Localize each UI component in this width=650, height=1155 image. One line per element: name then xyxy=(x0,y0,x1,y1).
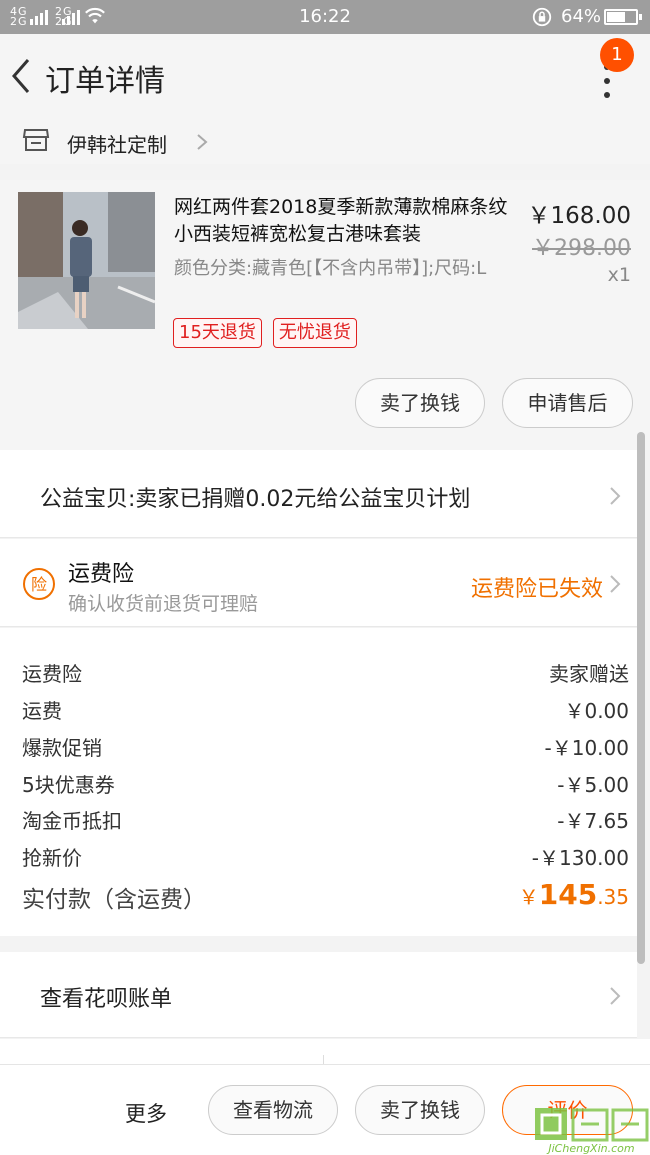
fee-row: 运费险 卖家赠送 xyxy=(22,658,629,688)
product-image[interactable] xyxy=(18,192,155,329)
fee-row: 运费 ￥0.00 xyxy=(22,695,629,725)
product-quantity: x1 xyxy=(607,264,631,286)
shop-name: 伊韩社定制 xyxy=(67,133,167,157)
notification-badge: 1 xyxy=(600,38,634,72)
chevron-right-icon xyxy=(197,134,208,150)
total-label: 实付款（含运费） xyxy=(22,887,206,913)
view-logistics-button[interactable]: 查看物流 xyxy=(208,1085,338,1135)
next-section-edge xyxy=(0,1039,650,1067)
fee-value: -￥5.00 xyxy=(557,773,629,797)
sell-for-cash-button[interactable]: 卖了换钱 xyxy=(355,378,485,428)
fee-row: 爆款促销 -￥10.00 xyxy=(22,732,629,762)
rotation-lock-icon xyxy=(532,7,552,27)
product-original-price: ￥298.00 xyxy=(532,236,631,261)
total-paid-row: 实付款（含运费） ￥145.35 xyxy=(22,878,629,918)
scrollbar[interactable] xyxy=(637,432,645,964)
status-bar: 4G 2G 2G 2G 16:22 64% xyxy=(0,0,650,34)
shop-row[interactable]: 伊韩社定制 xyxy=(0,120,650,164)
insurance-name: 运费险 xyxy=(68,562,135,587)
more-button[interactable]: 更多 xyxy=(125,1098,167,1128)
sell-for-cash-button[interactable]: 卖了换钱 xyxy=(355,1085,485,1135)
insurance-description: 确认收货前退货可理赔 xyxy=(68,593,259,615)
fee-label: 抢新价 xyxy=(22,846,82,870)
site-watermark: JiChengXin.com xyxy=(533,1104,650,1155)
tag-15-day-return: 15天退货 xyxy=(173,318,262,348)
view-huabei-bill-row[interactable]: 查看花呗账单 xyxy=(0,952,637,1038)
fee-value: 卖家赠送 xyxy=(549,662,629,686)
chevron-right-icon xyxy=(610,487,621,505)
product-sku: 颜色分类:藏青色[【不含内吊带】];尺码:L xyxy=(174,258,487,279)
store-icon xyxy=(22,129,50,151)
service-tags: 15天退货 无忧退货 xyxy=(173,318,357,348)
watermark-url: JiChengXin.com xyxy=(548,1142,635,1155)
fee-label: 运费险 xyxy=(22,662,82,686)
shipping-insurance-row[interactable]: 险 运费险 确认收货前退货可理赔 运费险已失效 xyxy=(0,539,637,627)
fee-row: 淘金币抵扣 -￥7.65 xyxy=(22,805,629,835)
page-title: 订单详情 xyxy=(45,64,165,99)
back-arrow-icon[interactable] xyxy=(8,56,36,96)
tag-worry-free-return: 无忧退货 xyxy=(272,318,357,348)
fee-breakdown: 运费险 卖家赠送 运费 ￥0.00 爆款促销 -￥10.00 5块优惠券 -￥5.00 … xyxy=(0,628,637,936)
bill-text: 查看花呗账单 xyxy=(40,987,173,1012)
battery-icon xyxy=(604,9,642,25)
charity-text: 公益宝贝:卖家已捐赠0.02元给公益宝贝计划 xyxy=(40,487,471,512)
fee-value: -￥10.00 xyxy=(544,736,629,760)
after-sale-button[interactable]: 申请售后 xyxy=(502,378,633,428)
insurance-icon-char: 险 xyxy=(31,575,47,594)
chevron-right-icon xyxy=(610,987,621,1005)
fee-label: 淘金币抵扣 xyxy=(22,809,122,833)
fee-label: 运费 xyxy=(22,699,62,723)
charity-row[interactable]: 公益宝贝:卖家已捐赠0.02元给公益宝贝计划 xyxy=(0,450,637,538)
chevron-right-icon xyxy=(610,575,621,593)
battery-percent: 64% xyxy=(561,6,602,27)
watermark-logo xyxy=(535,1108,649,1142)
fee-value: -￥7.65 xyxy=(557,809,629,833)
fee-label: 5块优惠券 xyxy=(22,773,115,797)
total-amount: ￥145.35 xyxy=(518,878,629,911)
fee-row: 5块优惠券 -￥5.00 xyxy=(22,769,629,799)
insurance-icon: 险 xyxy=(23,568,55,600)
fee-value: -￥130.00 xyxy=(531,846,629,870)
fee-row: 抢新价 -￥130.00 xyxy=(22,842,629,872)
product-price: ￥168.00 xyxy=(527,203,631,229)
insurance-status: 运费险已失效 xyxy=(470,577,603,602)
fee-label: 爆款促销 xyxy=(22,736,102,760)
fee-value: ￥0.00 xyxy=(564,699,629,723)
product-title[interactable]: 网红两件套2018夏季新款薄款棉麻条纹小西装短裤宽松复古港味套装 xyxy=(174,194,514,248)
order-item: 网红两件套2018夏季新款薄款棉麻条纹小西装短裤宽松复古港味套装 颜色分类:藏青… xyxy=(0,180,650,450)
nav-bar: 订单详情 1 xyxy=(0,34,650,120)
